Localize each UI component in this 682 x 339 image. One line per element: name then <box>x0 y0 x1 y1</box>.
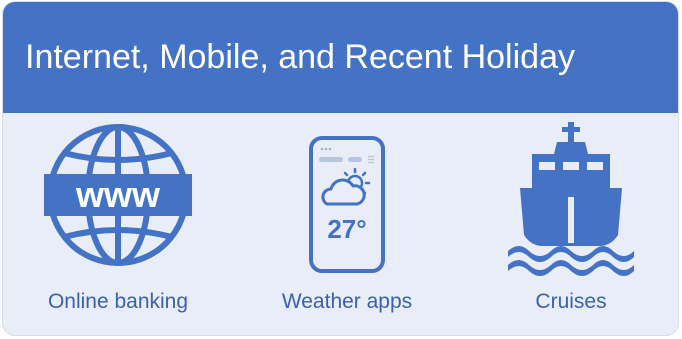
cruise-ship-icon <box>508 122 634 276</box>
label-online-banking: Online banking <box>47 290 189 313</box>
infographic-card: Internet, Mobile, and Recent Holiday www… <box>2 1 679 336</box>
item-online-banking: www Online banking <box>18 122 218 332</box>
sun-cloud-icon <box>321 167 371 206</box>
temperature-text: 27° <box>327 214 366 244</box>
globe-www-icon: www <box>44 124 192 266</box>
label-weather-apps: Weather apps <box>281 290 413 313</box>
header-banner: Internet, Mobile, and Recent Holiday <box>3 2 678 113</box>
label-cruises: Cruises <box>535 290 607 313</box>
item-weather-apps: 27° Weather apps <box>247 122 447 332</box>
item-cruises: Cruises <box>471 122 671 332</box>
globe-www-text: www <box>75 174 161 215</box>
page-title: Internet, Mobile, and Recent Holiday <box>25 38 575 76</box>
smartphone-weather-icon: 27° <box>309 136 385 273</box>
